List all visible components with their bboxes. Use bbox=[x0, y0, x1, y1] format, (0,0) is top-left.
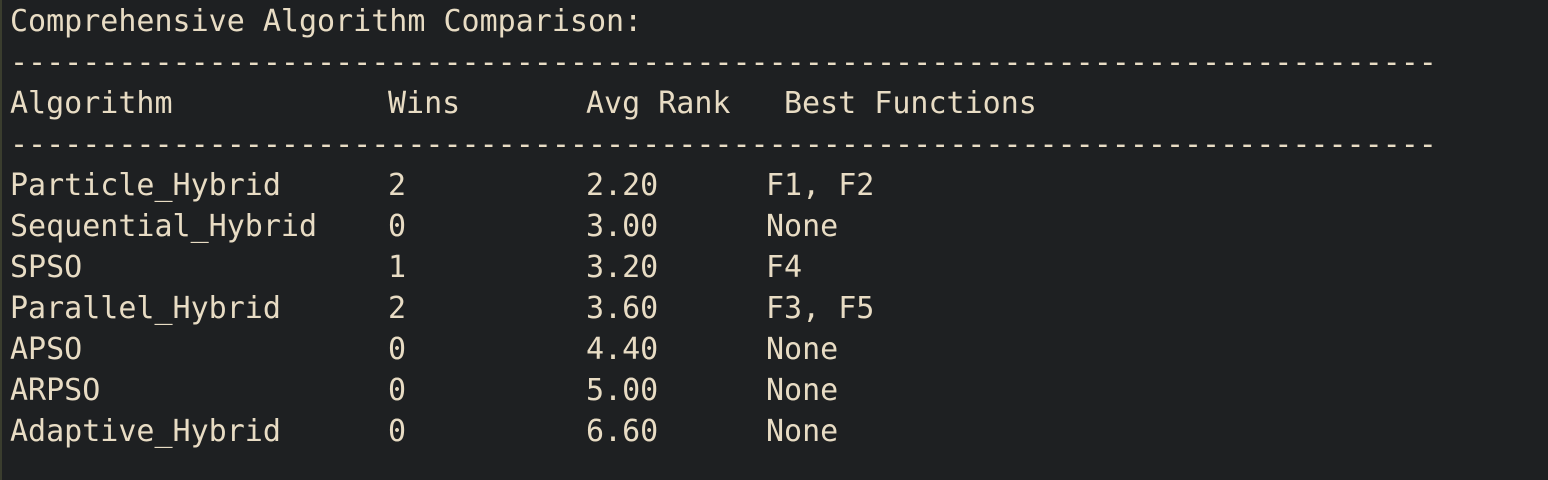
row-wins: 0 bbox=[388, 373, 407, 408]
table-row: ARPSO 0 5.00 None bbox=[10, 371, 1410, 411]
row-best-functions: None bbox=[766, 373, 839, 408]
row-algorithm: Particle_Hybrid bbox=[10, 168, 281, 203]
column-header-best-functions: Best Functions bbox=[784, 86, 1037, 121]
row-algorithm: Parallel_Hybrid bbox=[10, 291, 281, 326]
row-wins: 0 bbox=[388, 332, 407, 367]
row-avg-rank: 3.00 bbox=[586, 209, 659, 244]
row-avg-rank: 2.20 bbox=[586, 168, 659, 203]
row-avg-rank: 5.00 bbox=[586, 373, 659, 408]
row-best-functions: F3, F5 bbox=[766, 291, 875, 326]
row-best-functions: None bbox=[766, 414, 839, 449]
row-wins: 2 bbox=[388, 168, 407, 203]
row-best-functions: None bbox=[766, 209, 839, 244]
column-header-avg-rank: Avg Rank bbox=[586, 86, 731, 121]
row-algorithm: SPSO bbox=[10, 250, 83, 285]
table-row: Parallel_Hybrid 2 3.60 F3, F5 bbox=[10, 289, 1410, 329]
row-algorithm: Sequential_Hybrid bbox=[10, 209, 318, 244]
separator-line: ----------------------------------------… bbox=[10, 127, 1437, 162]
table-row: Sequential_Hybrid 0 3.00 None bbox=[10, 207, 1410, 247]
row-wins: 1 bbox=[388, 250, 407, 285]
row-wins: 0 bbox=[388, 209, 407, 244]
row-algorithm: APSO bbox=[10, 332, 83, 367]
row-wins: 0 bbox=[388, 414, 407, 449]
table-row: Adaptive_Hybrid 0 6.60 None bbox=[10, 412, 1410, 452]
table-row: SPSO 1 3.20 F4 bbox=[10, 248, 1410, 288]
row-best-functions: None bbox=[766, 332, 839, 367]
table-row: Particle_Hybrid 2 2.20 F1, F2 bbox=[10, 166, 1410, 206]
row-best-functions: F1, F2 bbox=[766, 168, 875, 203]
row-avg-rank: 3.60 bbox=[586, 291, 659, 326]
row-avg-rank: 6.60 bbox=[586, 414, 659, 449]
row-algorithm: ARPSO bbox=[10, 373, 101, 408]
output-title: Comprehensive Algorithm Comparison: bbox=[10, 4, 643, 39]
column-header-wins: Wins bbox=[388, 86, 461, 121]
row-avg-rank: 4.40 bbox=[586, 332, 659, 367]
table-header: Algorithm Wins Avg Rank Best Functions bbox=[10, 84, 1410, 124]
separator-line: ----------------------------------------… bbox=[10, 45, 1437, 80]
row-wins: 2 bbox=[388, 291, 407, 326]
row-avg-rank: 3.20 bbox=[586, 250, 659, 285]
table-row: APSO 0 4.40 None bbox=[10, 330, 1410, 370]
column-header-algorithm: Algorithm bbox=[10, 86, 173, 121]
row-algorithm: Adaptive_Hybrid bbox=[10, 414, 281, 449]
terminal-output: Comprehensive Algorithm Comparison: ----… bbox=[0, 0, 1548, 480]
row-best-functions: F4 bbox=[766, 250, 803, 285]
